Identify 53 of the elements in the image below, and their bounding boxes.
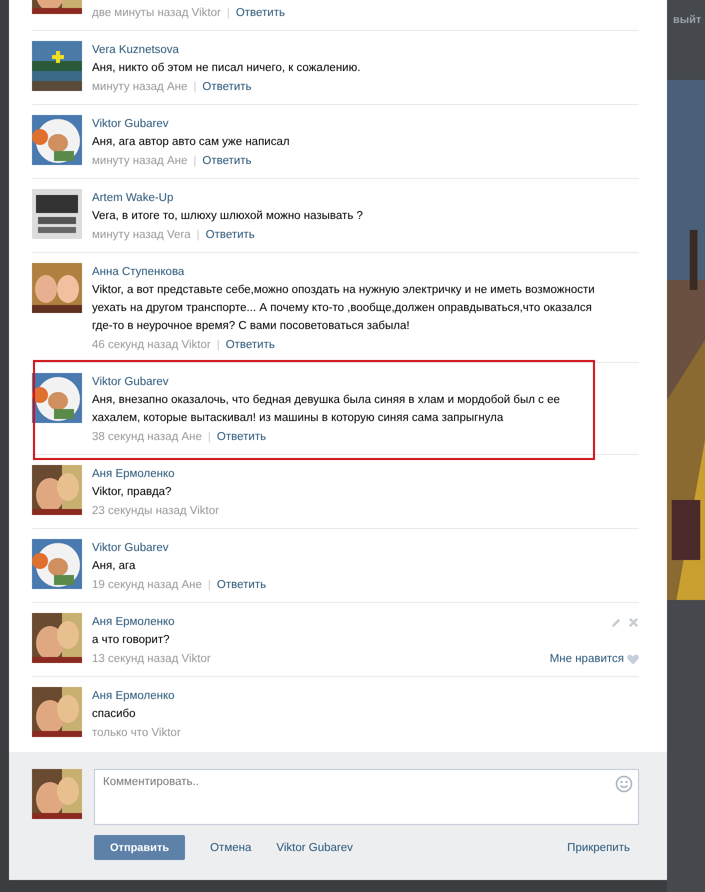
comment-text: спасибо bbox=[92, 707, 137, 722]
author-link[interactable]: Аня Ермоленко bbox=[92, 465, 639, 483]
comment-text: Аня, внезапно оказалочь, что бедная девушка была синяя в хлам и мордобой был с ее хахалем, которые вытаскивал! из машины в которую синяя сама запрыгнула bbox=[92, 393, 561, 426]
reply-link[interactable]: Ответить bbox=[202, 77, 252, 97]
attach-link[interactable]: Прикрепить bbox=[567, 842, 630, 854]
comment-field[interactable]: Комментировать.. bbox=[94, 769, 639, 825]
author-link[interactable]: Анна Ступенкова bbox=[92, 263, 639, 281]
reply-link[interactable]: Ответить bbox=[202, 151, 252, 171]
like-link[interactable]: Мне нравится bbox=[550, 649, 624, 669]
separator: | bbox=[208, 430, 211, 445]
comment-time: минуту назад Ане bbox=[92, 80, 188, 95]
reply-link[interactable]: Ответить bbox=[216, 427, 266, 447]
comment-text: а что говорит? bbox=[92, 633, 171, 648]
comment-time: 38 секунд назад Ане bbox=[92, 430, 202, 445]
comment-text: Vera, в итоге то, шлюху шлюхой можно называть ? bbox=[92, 209, 364, 224]
close-icon[interactable] bbox=[628, 617, 639, 628]
comment-text: Аня, ага автор авто сам уже написал bbox=[92, 135, 291, 150]
separator: | bbox=[208, 578, 211, 593]
author-link[interactable]: Viktor Gubarev bbox=[92, 373, 639, 391]
author-link[interactable]: Аня Ермоленко bbox=[92, 613, 639, 631]
comment-time: только что Viktor bbox=[92, 726, 181, 741]
comment-time: 13 секунд назад Viktor bbox=[92, 652, 211, 667]
heart-icon[interactable] bbox=[627, 654, 639, 664]
author-link[interactable]: Vera Kuznetsova bbox=[92, 41, 639, 59]
comment-time: две минуты назад Viktor bbox=[92, 6, 221, 21]
comment-text: Viktor, а вот представьте себе,можно опоздать на нужную электричку и не иметь возможности уехать на другом транспорте... А почему кто-то ,вообще,должен оправдываться,что оказался где-то в неурочное время? С вами посоветоваться забыла! bbox=[92, 283, 596, 334]
author-link[interactable]: Artem Wake-Up bbox=[92, 189, 639, 207]
logout-link[interactable]: выйт bbox=[673, 14, 702, 26]
comment-time: 23 секунды назад Viktor bbox=[92, 504, 219, 519]
separator: | bbox=[193, 154, 196, 169]
smiley-icon[interactable] bbox=[615, 775, 633, 793]
comment-text: Аня, ага bbox=[92, 559, 136, 574]
reply-link[interactable]: Ответить bbox=[206, 225, 255, 245]
send-button[interactable]: Отправить bbox=[94, 835, 186, 860]
comment-time: 19 секунд назад Ане bbox=[92, 578, 202, 593]
reply-link[interactable]: Ответить bbox=[226, 335, 275, 355]
author-link[interactable]: Viktor Gubarev bbox=[92, 115, 639, 133]
separator: | bbox=[196, 228, 200, 243]
separator: | bbox=[226, 6, 230, 21]
separator: | bbox=[216, 338, 220, 353]
comment-text: Аня, никто об этом не писал ничего, к сожалению. bbox=[92, 61, 362, 76]
reply-link[interactable]: Ответить bbox=[236, 3, 285, 23]
separator: | bbox=[193, 80, 196, 95]
pencil-icon[interactable] bbox=[611, 617, 622, 628]
comment-text: Viktor, правда? bbox=[92, 485, 172, 500]
author-link[interactable]: Viktor Gubarev bbox=[92, 539, 639, 557]
author-link[interactable]: Аня Ермоленко bbox=[92, 687, 639, 705]
cancel-link[interactable]: Отмена bbox=[210, 842, 252, 854]
comment-time: 46 секунд назад Viktor bbox=[92, 338, 211, 353]
reply-link[interactable]: Ответить bbox=[216, 575, 266, 595]
reply-as-link[interactable]: Viktor Gubarev bbox=[276, 842, 353, 854]
comment-time: минуту назад Vera bbox=[92, 228, 191, 243]
comment-time: минуту назад Ане bbox=[92, 154, 188, 169]
